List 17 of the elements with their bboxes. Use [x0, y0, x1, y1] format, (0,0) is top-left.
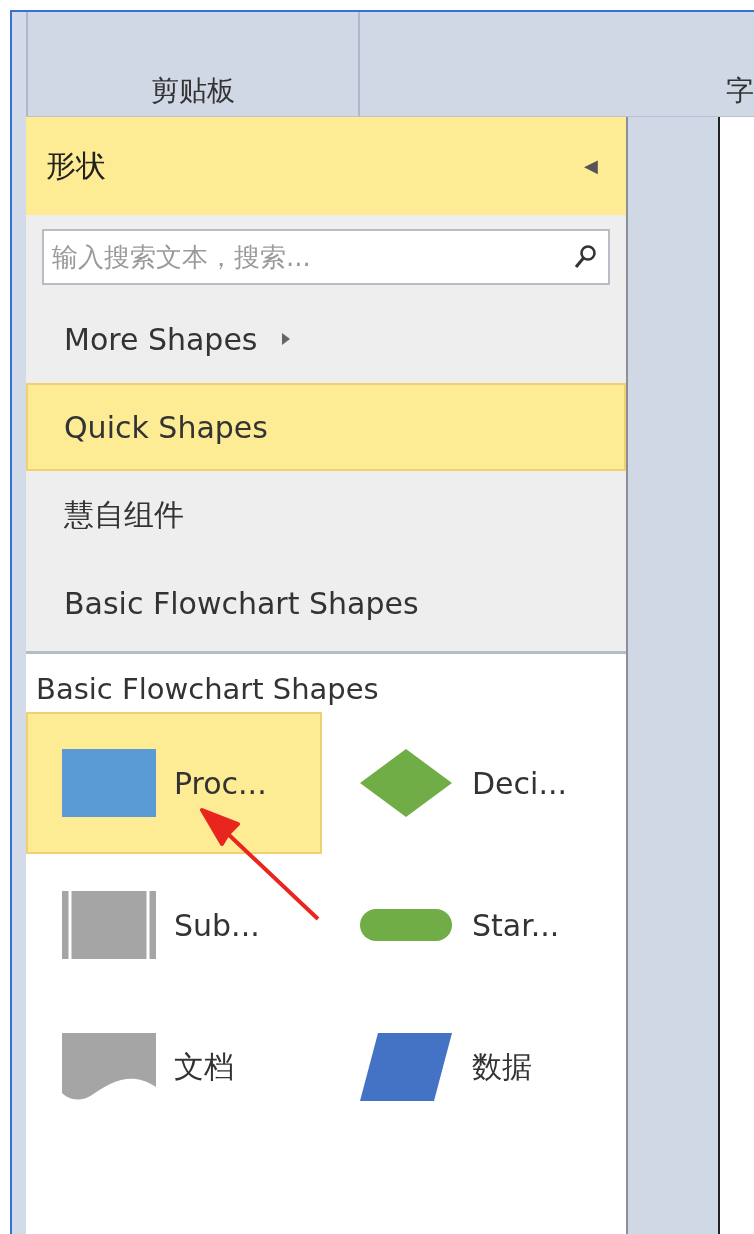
ribbon-group-label: 剪贴板 — [151, 73, 235, 109]
search-field[interactable]: 输入搜索文本，搜索... — [42, 229, 610, 285]
library-title: Basic Flowchart Shapes — [35, 671, 380, 708]
shape-item[interactable]: Proc... — [26, 712, 322, 854]
shape-item[interactable]: Deci... — [322, 712, 618, 854]
menu-item[interactable]: 慧自组件 — [26, 471, 626, 559]
search-icon[interactable] — [574, 244, 598, 270]
shape-item[interactable]: 数据 — [322, 996, 618, 1138]
collapse-button[interactable]: ◀ — [580, 151, 602, 181]
shape-item[interactable]: Sub... — [26, 854, 322, 996]
menu-item[interactable]: Basic Flowchart Shapes — [26, 559, 626, 647]
shape-item[interactable]: 文档 — [26, 996, 322, 1138]
panel-title: 形状 — [46, 146, 106, 185]
shape-item[interactable]: Star... — [322, 854, 618, 996]
ribbon-group-label: 字 — [726, 73, 754, 109]
menu-item[interactable]: Quick Shapes — [26, 383, 626, 471]
menu-item[interactable]: More Shapes — [26, 295, 626, 383]
